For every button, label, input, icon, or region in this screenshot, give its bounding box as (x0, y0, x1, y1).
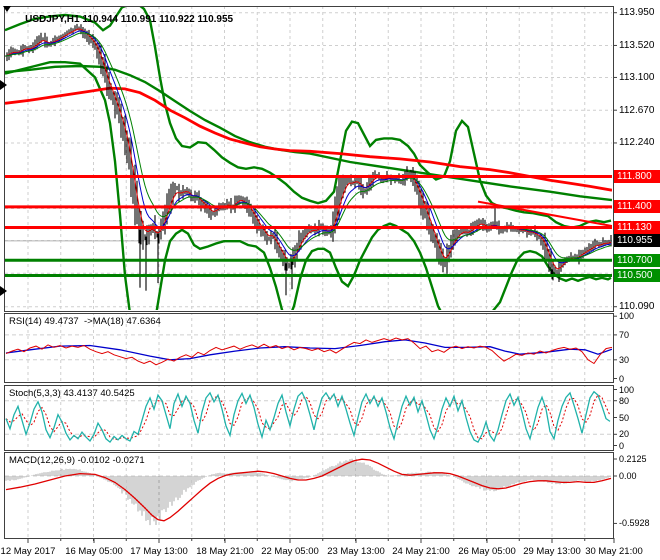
stoch-panel[interactable] (4, 385, 613, 450)
main-chart-panel[interactable] (4, 6, 613, 311)
separator-rsi-stoch[interactable] (0, 381, 660, 384)
mt4-chart-window: 113.950 113.520 113.100 112.670 112.240 110.0… (0, 0, 660, 560)
macd-panel[interactable] (4, 452, 613, 538)
rsi-panel[interactable] (4, 313, 613, 382)
separator-stoch-macd[interactable] (0, 449, 660, 452)
separator-main-rsi[interactable] (0, 310, 660, 313)
time-axis[interactable] (0, 538, 660, 560)
price-axis[interactable] (613, 6, 660, 538)
